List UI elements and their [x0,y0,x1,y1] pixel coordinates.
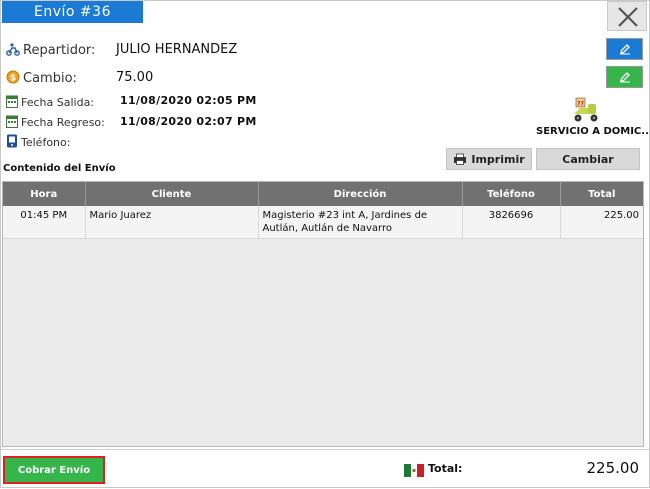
close-button[interactable] [607,1,647,31]
table-row[interactable]: 01:45 PM Mario Juarez Magisterio #23 int… [3,206,643,239]
column-header-hora[interactable]: Hora [3,182,86,206]
cell-direccion: Magisterio #23 int A, Jardines de Autlán… [258,206,463,239]
cell-total: 225.00 [560,206,643,239]
contents-section-label: Contenido del Envío [3,163,116,174]
change-button[interactable]: Cambiar [536,148,640,170]
repartidor-value: JULIO HERNANDEZ [116,42,238,57]
column-header-total[interactable]: Total [560,182,643,206]
calendar-icon [6,93,18,112]
print-button-label: Imprimir [471,152,525,166]
svg-text:$: $ [10,74,16,84]
fecha-salida-row: Fecha Salida: [6,93,94,112]
delivery-motorbike-icon [6,41,20,60]
total-label: Total: [428,462,463,475]
print-button[interactable]: Imprimir [446,148,532,170]
collect-shipment-button[interactable]: Cobrar Envío [3,456,105,484]
column-header-direccion[interactable]: Dirección [258,182,463,206]
cell-hora: 01:45 PM [3,206,86,239]
cambio-label: Cambio: [23,71,77,86]
fecha-regreso-value: 11/08/2020 02:07 PM [120,115,257,128]
calendar-icon [6,113,18,132]
printer-icon [454,153,467,165]
fecha-regreso-label: Fecha Regreso: [21,116,105,129]
edit-cambio-button[interactable] [606,66,643,88]
table-header-row: Hora Cliente Dirección Teléfono Total [3,182,643,206]
mexico-flag-icon [404,462,424,477]
close-icon [618,7,638,27]
cell-telefono: 3826696 [462,206,561,239]
fecha-salida-value: 11/08/2020 02:05 PM [120,94,257,107]
column-header-telefono[interactable]: Teléfono [462,182,561,206]
svg-text:??: ?? [577,101,584,108]
service-type-label: SERVICIO A DOMIC... [536,126,650,137]
column-header-cliente[interactable]: Cliente [85,182,259,206]
telefono-label: Teléfono: [21,136,71,149]
total-value: 225.00 [586,459,640,477]
cambio-row: $ Cambio: [6,69,77,88]
pencil-icon [620,72,630,83]
repartidor-row: Repartidor: [6,41,95,60]
fecha-salida-label: Fecha Salida: [21,96,95,109]
change-button-label: Cambiar [562,152,614,166]
telefono-row: Teléfono: [6,133,70,152]
phone-icon [6,133,18,152]
repartidor-label: Repartidor: [23,43,96,58]
coin-icon: $ [6,69,20,88]
cambio-value: 75.00 [116,70,154,85]
edit-repartidor-button[interactable] [606,38,643,60]
fecha-regreso-row: Fecha Regreso: [6,113,105,132]
window-title: Envío #36 [2,1,143,23]
delivery-scooter-icon: ?? [570,96,602,124]
pencil-icon [620,44,630,55]
shipment-contents-table[interactable]: Hora Cliente Dirección Teléfono Total 01… [2,181,644,447]
cell-cliente: Mario Juarez [85,206,259,239]
